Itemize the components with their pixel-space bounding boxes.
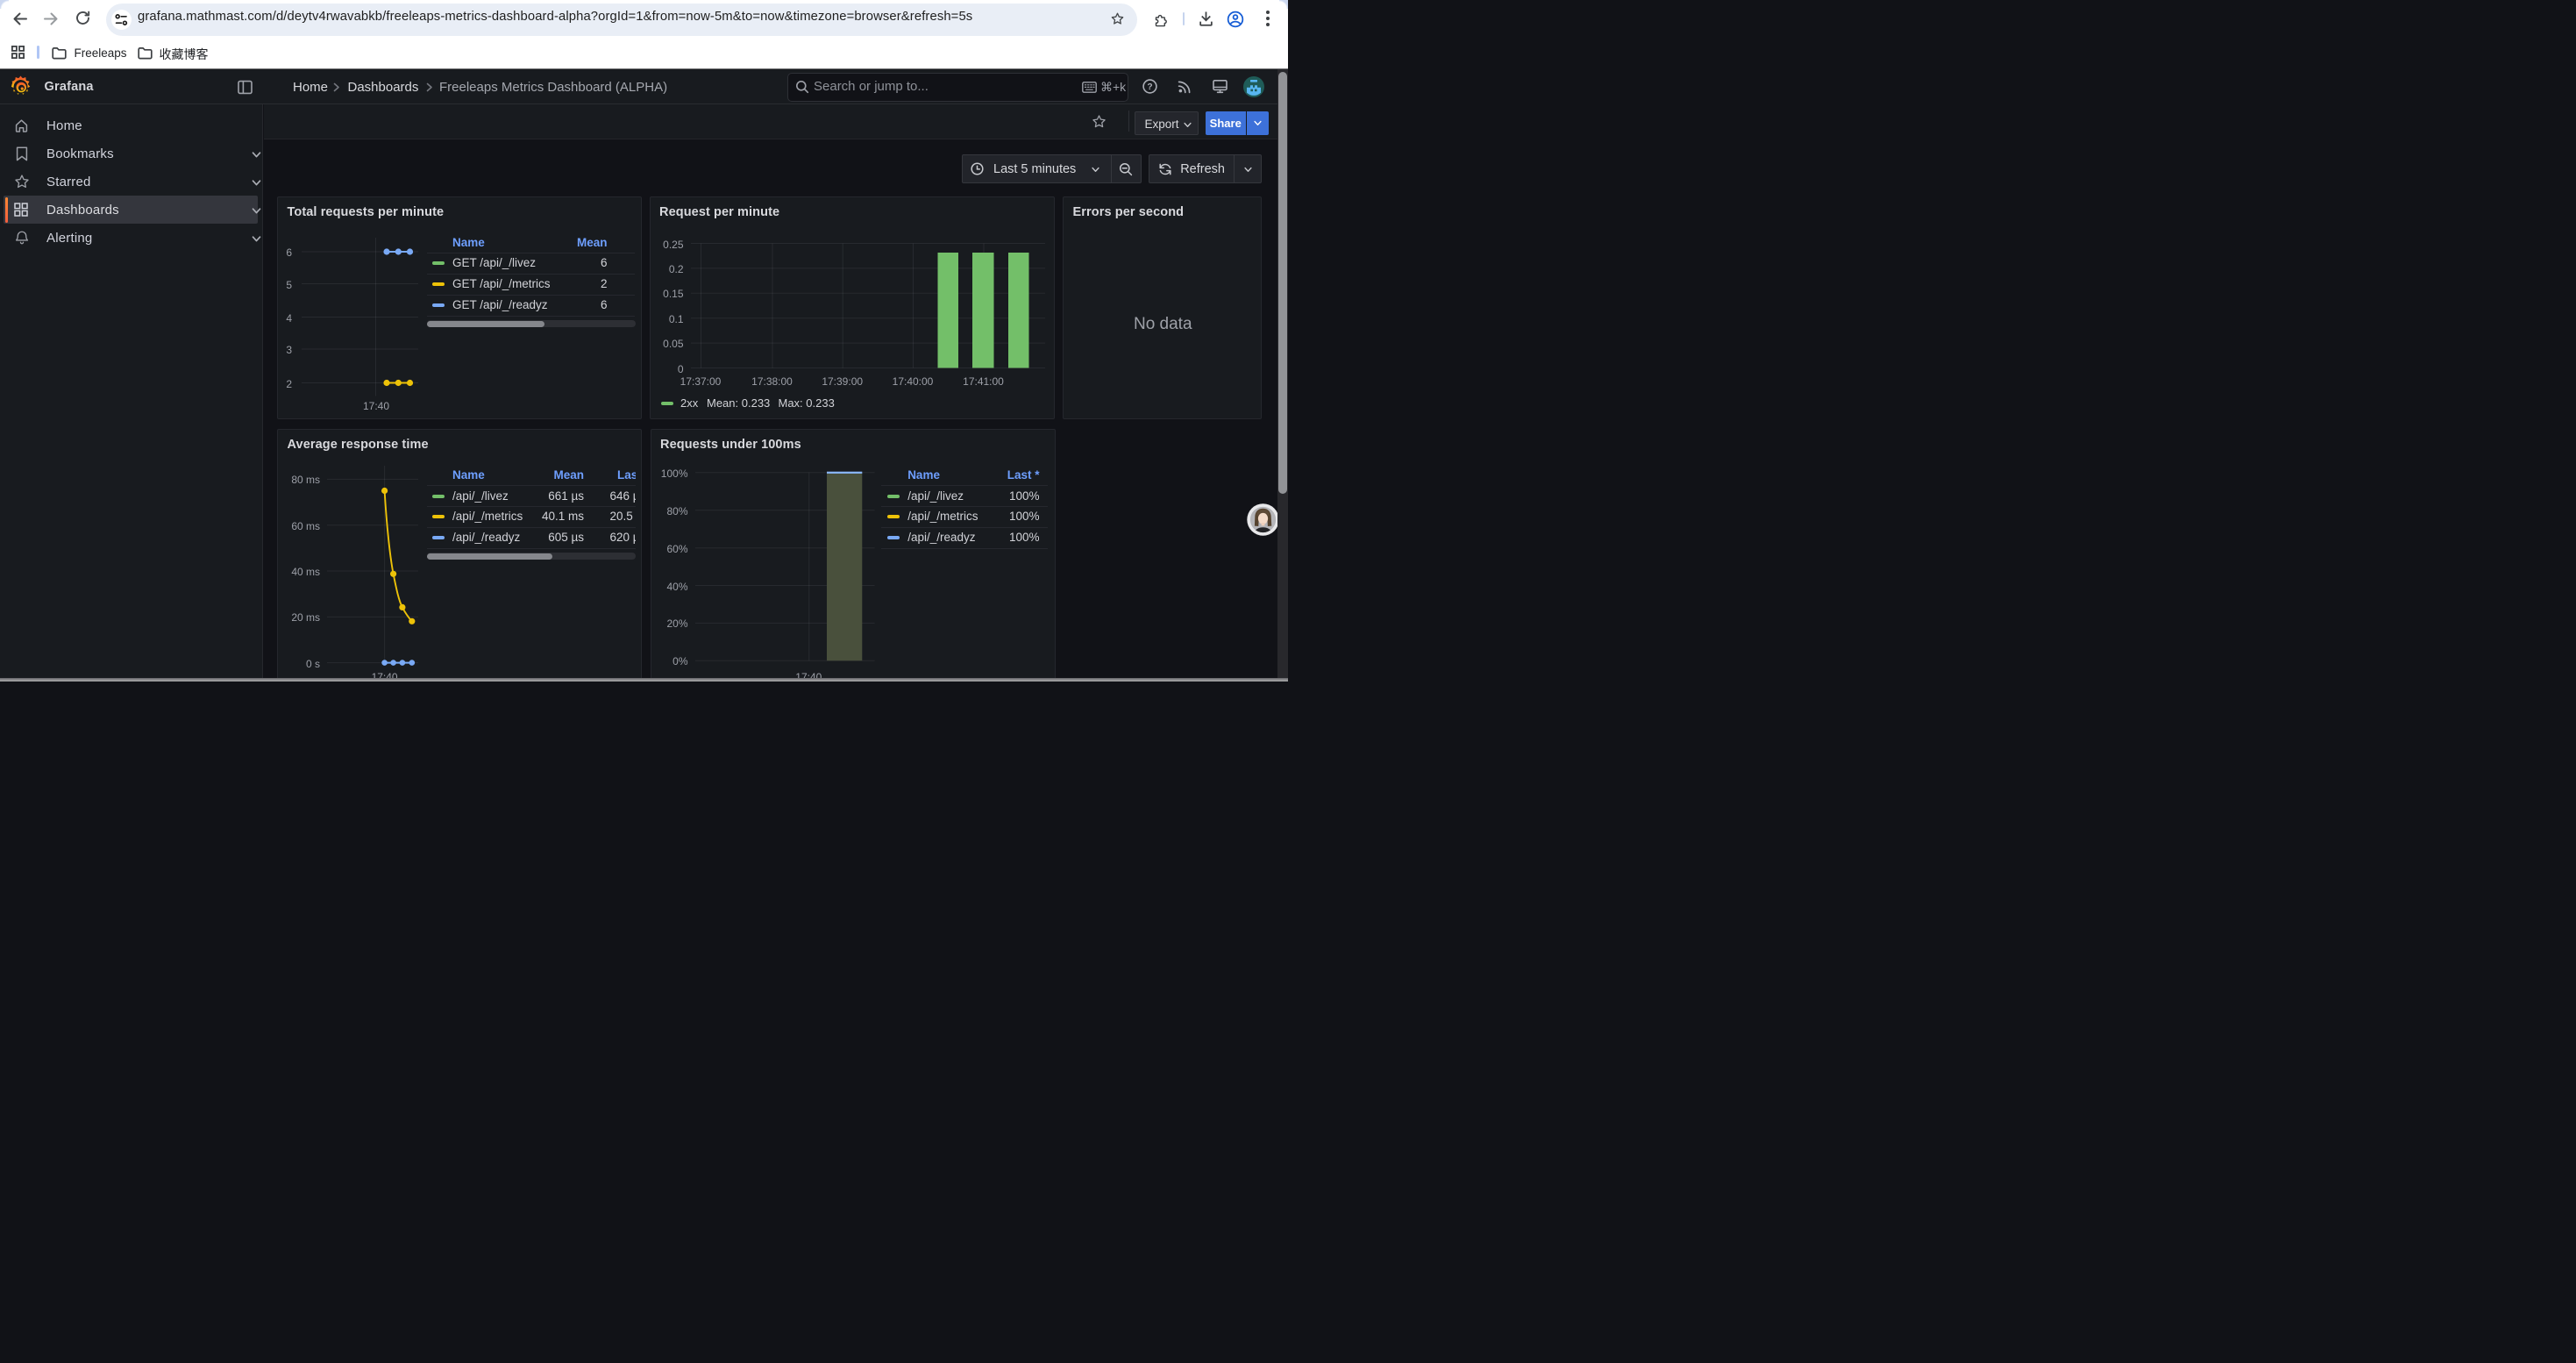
svg-text:?: ? <box>1147 82 1152 92</box>
